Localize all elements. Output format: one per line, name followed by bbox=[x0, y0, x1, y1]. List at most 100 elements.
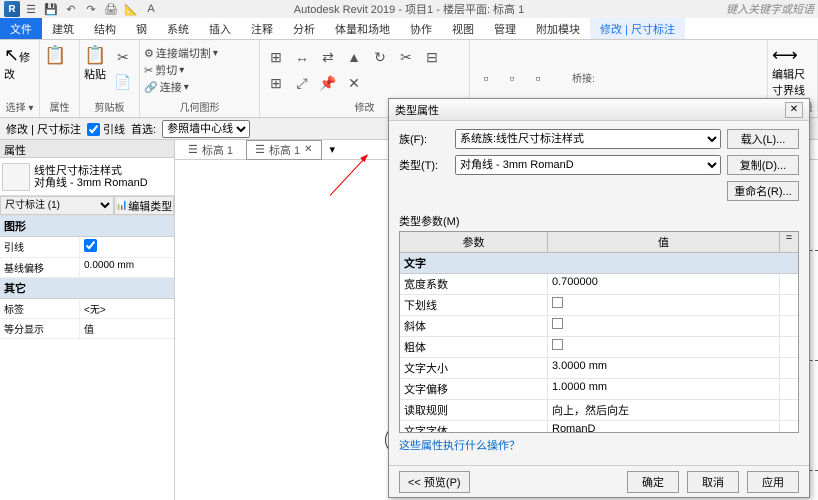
param-row[interactable]: 宽度系数0.700000 bbox=[400, 274, 798, 295]
type-preview-icon bbox=[2, 163, 30, 191]
tab-struct[interactable]: 结构 bbox=[84, 18, 126, 39]
type-selector[interactable]: 线性尺寸标注样式对角线 - 3mm RomanD bbox=[0, 158, 174, 196]
param-row[interactable]: 读取规则向上，然后向左 bbox=[400, 400, 798, 421]
dialog-title: 类型属性 bbox=[395, 102, 439, 118]
group-other[interactable]: 其它 bbox=[0, 278, 174, 299]
param-row[interactable]: 文字大小3.0000 mm bbox=[400, 358, 798, 379]
leader-prop-chk[interactable] bbox=[84, 239, 97, 252]
prop-row[interactable]: 引线 bbox=[0, 237, 174, 258]
text-icon[interactable]: A bbox=[144, 2, 158, 16]
tab-addins[interactable]: 附加模块 bbox=[526, 18, 590, 39]
leader-checkbox[interactable]: 引线 bbox=[87, 121, 125, 137]
tab-file[interactable]: 文件 bbox=[0, 18, 42, 39]
measure-icon[interactable]: 📐 bbox=[124, 2, 138, 16]
cancel-button[interactable]: 取消 bbox=[687, 471, 739, 493]
param-row[interactable]: 文字字体RomanD bbox=[400, 421, 798, 433]
cut-button[interactable]: ✂ bbox=[111, 46, 135, 70]
offset-button[interactable]: ⇄ bbox=[316, 45, 340, 69]
apply-button[interactable]: 应用 bbox=[747, 471, 799, 493]
edit-dim-button[interactable]: ⟷编辑尺寸界线 bbox=[772, 45, 808, 95]
param-row[interactable]: 粗体 bbox=[400, 337, 798, 358]
delete-button[interactable]: ✕ bbox=[342, 71, 366, 95]
grp3-button[interactable]: ▫ bbox=[526, 66, 550, 90]
print-icon[interactable]: 🖨 bbox=[104, 2, 118, 16]
checkbox-icon[interactable] bbox=[552, 339, 563, 350]
family-select[interactable]: 系统族:线性尺寸标注样式 bbox=[455, 129, 721, 149]
ok-button[interactable]: 确定 bbox=[627, 471, 679, 493]
dim-icon: ⟷ bbox=[772, 45, 798, 65]
scale-button[interactable]: ⤢ bbox=[290, 71, 314, 95]
context-label: 修改 | 尺寸标注 bbox=[6, 121, 81, 137]
checkbox-icon[interactable] bbox=[552, 318, 563, 329]
param-row[interactable]: 斜体 bbox=[400, 316, 798, 337]
tab-modify-dim[interactable]: 修改 | 尺寸标注 bbox=[590, 18, 685, 39]
group-text[interactable]: 文字 bbox=[400, 253, 798, 274]
pin-button[interactable]: 📌 bbox=[316, 71, 340, 95]
type-label: 类型(T): bbox=[399, 157, 449, 173]
move-button[interactable]: ↔ bbox=[290, 45, 314, 69]
align-button[interactable]: ⊞ bbox=[264, 45, 288, 69]
tab-insert[interactable]: 插入 bbox=[199, 18, 241, 39]
edit-type-button[interactable]: 📊 编辑类型 bbox=[114, 196, 174, 215]
preview-button[interactable]: << 预览(P) bbox=[399, 471, 470, 493]
properties-button[interactable]: 📋 bbox=[44, 45, 75, 95]
tab-analyze[interactable]: 分析 bbox=[283, 18, 325, 39]
col-eq[interactable]: = bbox=[780, 232, 798, 252]
redo-icon[interactable]: ↷ bbox=[84, 2, 98, 16]
tab-steel[interactable]: 钢 bbox=[126, 18, 157, 39]
panel-props-label: 属性 bbox=[44, 98, 75, 115]
prop-row[interactable]: 基线偏移0.0000 mm bbox=[0, 258, 174, 278]
properties-icon: 📋 bbox=[44, 45, 66, 65]
mirror-button[interactable]: ▲ bbox=[342, 45, 366, 69]
type-properties-dialog: 类型属性 ✕ 族(F): 系统族:线性尺寸标注样式 载入(L)... 类型(T)… bbox=[388, 98, 810, 498]
paste-icon: 📋 bbox=[84, 45, 106, 65]
open-icon[interactable]: ☰ bbox=[24, 2, 38, 16]
rotate-button[interactable]: ↻ bbox=[368, 45, 392, 69]
tab-mass[interactable]: 体量和场地 bbox=[325, 18, 400, 39]
trim-button[interactable]: ✂ bbox=[394, 45, 418, 69]
rename-button[interactable]: 重命名(R)... bbox=[727, 181, 799, 201]
tab-overflow-icon[interactable]: ▾ bbox=[330, 143, 336, 156]
group-graphics[interactable]: 图形 bbox=[0, 216, 174, 237]
save-icon[interactable]: 💾 bbox=[44, 2, 58, 16]
filter-select[interactable]: 尺寸标注 (1) bbox=[0, 196, 114, 215]
copy-button[interactable]: 📄 bbox=[111, 71, 135, 95]
tab-manage[interactable]: 管理 bbox=[484, 18, 526, 39]
grp1-button[interactable]: ▫ bbox=[474, 66, 498, 90]
undo-icon[interactable]: ↶ bbox=[64, 2, 78, 16]
dialog-titlebar[interactable]: 类型属性 ✕ bbox=[389, 99, 809, 121]
tab-view[interactable]: 视图 bbox=[442, 18, 484, 39]
search-hint[interactable]: 键入关键字或短语 bbox=[726, 1, 814, 17]
tab-annotate[interactable]: 注释 bbox=[241, 18, 283, 39]
array-button[interactable]: ⊞ bbox=[264, 71, 288, 95]
prefer-select[interactable]: 参照墙中心线 bbox=[162, 120, 250, 138]
param-row[interactable]: 下划线 bbox=[400, 295, 798, 316]
help-link[interactable]: 这些属性执行什么操作？ bbox=[399, 433, 799, 457]
col-param[interactable]: 参数 bbox=[400, 232, 548, 252]
prop-row[interactable]: 标签<无> bbox=[0, 299, 174, 319]
grp2-button[interactable]: ▫ bbox=[500, 66, 524, 90]
view-tab-2[interactable]: ☰标高 1✕ bbox=[246, 140, 321, 160]
load-button[interactable]: 载入(L)... bbox=[727, 129, 799, 149]
tab-collab[interactable]: 协作 bbox=[400, 18, 442, 39]
tab-sys[interactable]: 系统 bbox=[157, 18, 199, 39]
view-tab-1[interactable]: ☰标高 1 bbox=[179, 140, 242, 160]
properties-palette: 属性 线性尺寸标注样式对角线 - 3mm RomanD 尺寸标注 (1) 📊 编… bbox=[0, 140, 175, 500]
window-title: Autodesk Revit 2019 - 项目1 - 楼层平面: 标高 1 bbox=[294, 1, 524, 17]
split-button[interactable]: ⊟ bbox=[420, 45, 444, 69]
col-value[interactable]: 值 bbox=[548, 232, 780, 252]
dialog-close-button[interactable]: ✕ bbox=[785, 102, 803, 118]
type-select[interactable]: 对角线 - 3mm RomanD bbox=[455, 155, 721, 175]
cut-geom-button[interactable]: ✂剪切 ▾ bbox=[144, 62, 218, 78]
modify-button[interactable]: ↖修改 bbox=[4, 45, 35, 95]
close-icon[interactable]: ✕ bbox=[304, 144, 312, 155]
tab-arch[interactable]: 建筑 bbox=[42, 18, 84, 39]
paste-button[interactable]: 📋粘贴 bbox=[84, 45, 109, 95]
duplicate-button[interactable]: 复制(D)... bbox=[727, 155, 799, 175]
prop-row[interactable]: 等分显示值 bbox=[0, 319, 174, 339]
checkbox-icon[interactable] bbox=[552, 297, 563, 308]
join-cut-button[interactable]: ⚙连接端切割 ▾ bbox=[144, 45, 218, 61]
panel-select-label[interactable]: 选择 ▾ bbox=[4, 98, 35, 115]
param-row[interactable]: 文字偏移1.0000 mm bbox=[400, 379, 798, 400]
join-button[interactable]: 🔗连接 ▾ bbox=[144, 79, 218, 95]
